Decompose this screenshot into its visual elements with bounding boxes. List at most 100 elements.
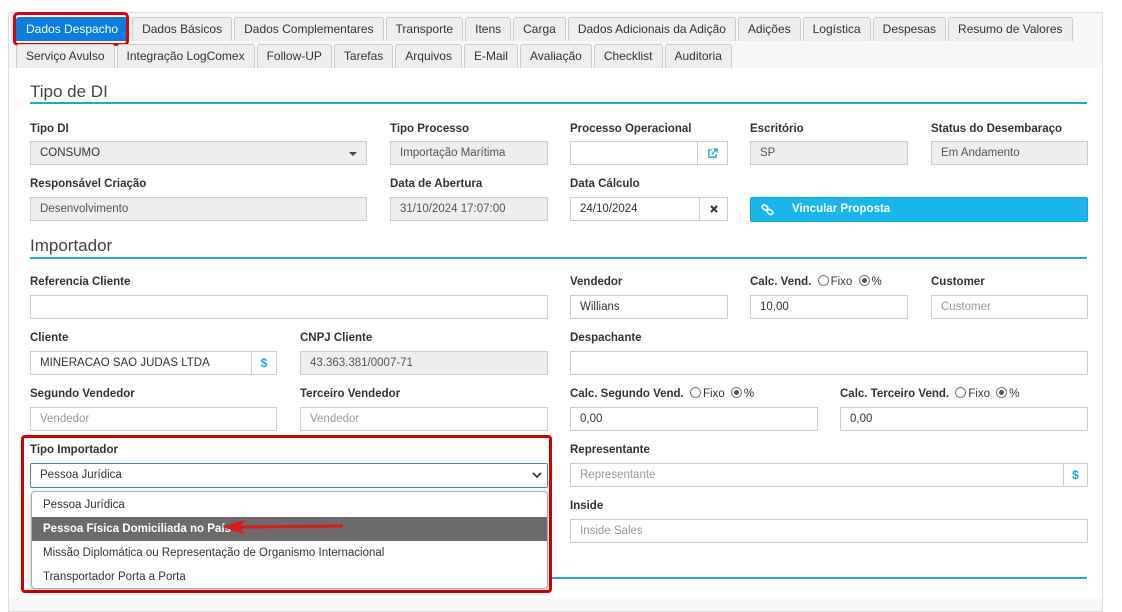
- status-desembaraco-field: Em Andamento: [931, 141, 1088, 165]
- calc-segundo-input[interactable]: 0,00: [570, 407, 818, 431]
- external-link-button[interactable]: [697, 141, 728, 165]
- data-calculo-label: Data Cálculo: [570, 178, 640, 190]
- tipo-di-value: CONSUMO: [40, 147, 101, 159]
- tab-checklist[interactable]: Checklist: [593, 44, 663, 68]
- clear-date-button[interactable]: [699, 197, 728, 221]
- vincular-proposta-label: Vincular Proposta: [792, 203, 891, 215]
- fixo-label: Fixo: [830, 276, 853, 288]
- tab-dados-complementares[interactable]: Dados Complementares: [234, 17, 384, 41]
- fixo-label: Fixo: [702, 388, 725, 400]
- percent-radio[interactable]: [858, 275, 870, 286]
- segundo-vendedor-label: Segundo Vendedor: [30, 388, 135, 400]
- segundo-vendedor-input[interactable]: Vendedor: [30, 407, 277, 431]
- referencia-cliente-label: Referencia Cliente: [30, 276, 131, 288]
- data-abertura-label: Data de Abertura: [390, 178, 483, 190]
- data-calculo-input[interactable]: 24/10/2024: [570, 197, 700, 221]
- tab-row-1: Dados Despacho Dados Básicos Dados Compl…: [16, 17, 1073, 41]
- tab-row-2: Serviço Avulso Integração LogComex Follo…: [16, 44, 732, 68]
- cliente-input[interactable]: MINERACAO SAO JUDAS LTDA: [30, 351, 252, 375]
- section-divider: [30, 257, 1087, 259]
- chevron-down-icon: [532, 472, 542, 479]
- tipo-importador-dropdown: Pessoa Jurídica Pessoa Física Domiciliad…: [31, 491, 548, 589]
- dollar-button[interactable]: $: [1063, 463, 1088, 487]
- tipo-di-select[interactable]: CONSUMO: [30, 141, 367, 165]
- processo-operacional-label: Processo Operacional: [570, 123, 692, 135]
- tab-auditoria[interactable]: Auditoria: [664, 44, 732, 68]
- calc-terceiro-label: Calc. Terceiro Vend.: [840, 388, 950, 400]
- section-divider: [30, 102, 1087, 104]
- tab-resumo-valores[interactable]: Resumo de Valores: [948, 17, 1073, 41]
- escritorio-field: SP: [750, 141, 908, 165]
- section-title-importador: Importador: [30, 236, 113, 255]
- fixo-radio[interactable]: [689, 387, 701, 398]
- tipo-processo-label: Tipo Processo: [390, 123, 470, 135]
- tipo-importador-select[interactable]: Pessoa Jurídica: [30, 463, 548, 488]
- tab-logistica[interactable]: Logística: [802, 17, 871, 41]
- link-icon: [761, 204, 774, 216]
- representante-input[interactable]: Representante: [570, 463, 1064, 487]
- fixo-radio[interactable]: [817, 275, 829, 286]
- fixo-radio[interactable]: [955, 387, 967, 398]
- processo-operacional-input[interactable]: [570, 141, 698, 165]
- despachante-label: Despachante: [570, 332, 642, 344]
- terceiro-vendedor-label: Terceiro Vendedor: [300, 388, 401, 400]
- cnpj-cliente-label: CNPJ Cliente: [300, 332, 373, 344]
- section-title-tipo-di: Tipo de DI: [30, 82, 108, 101]
- tab-dados-adicionais-adicao[interactable]: Dados Adicionais da Adição: [567, 17, 736, 41]
- tab-arquivos[interactable]: Arquivos: [395, 44, 462, 68]
- despachante-input[interactable]: [570, 351, 1088, 375]
- tab-dados-basicos[interactable]: Dados Básicos: [132, 17, 233, 41]
- responsavel-criacao-label: Responsável Criação: [30, 178, 147, 190]
- tab-adicoes[interactable]: Adições: [737, 17, 801, 41]
- dollar-button[interactable]: $: [251, 351, 277, 375]
- inside-label: Inside: [570, 500, 604, 512]
- responsavel-criacao-field: Desenvolvimento: [30, 197, 367, 221]
- caret-down-icon: [349, 152, 357, 156]
- calc-segundo-label-group: Calc. Segundo Vend. Fixo %: [570, 387, 754, 400]
- terceiro-vendedor-input[interactable]: Vendedor: [300, 407, 548, 431]
- option-missao-diplomatica[interactable]: Missão Diplomática ou Representação de O…: [32, 541, 547, 565]
- tab-transporte[interactable]: Transporte: [385, 17, 464, 41]
- calc-terceiro-input[interactable]: 0,00: [840, 407, 1088, 431]
- calc-terceiro-label-group: Calc. Terceiro Vend. Fixo %: [840, 387, 1019, 400]
- calc-segundo-label: Calc. Segundo Vend.: [570, 388, 684, 400]
- section-divider: [552, 577, 1087, 579]
- tab-tarefas[interactable]: Tarefas: [333, 44, 394, 68]
- data-abertura-field: 31/10/2024 17:07:00: [390, 197, 548, 221]
- referencia-cliente-input[interactable]: [30, 295, 548, 319]
- tab-itens[interactable]: Itens: [465, 17, 512, 41]
- active-tab-highlight: [13, 12, 129, 46]
- tipo-importador-selected: Pessoa Jurídica: [40, 469, 122, 481]
- vendedor-input[interactable]: Willians: [570, 295, 728, 319]
- tipo-importador-label: Tipo Importador: [30, 444, 118, 456]
- percent-label: %: [1009, 388, 1020, 400]
- option-pessoa-juridica[interactable]: Pessoa Jurídica: [32, 493, 547, 517]
- vendedor-label: Vendedor: [570, 276, 623, 288]
- calc-vend-label-group: Calc. Vend. Fixo %: [750, 275, 882, 288]
- external-link-icon: [708, 148, 718, 158]
- tab-integracao-logcomex[interactable]: Integração LogComex: [116, 44, 255, 68]
- tipo-processo-field: Importação Marítima: [390, 141, 548, 165]
- calc-vend-input[interactable]: 10,00: [750, 295, 908, 319]
- tab-servico-avulso[interactable]: Serviço Avulso: [16, 44, 115, 68]
- percent-radio[interactable]: [730, 387, 742, 398]
- tab-follow-up[interactable]: Follow-UP: [256, 44, 332, 68]
- percent-label: %: [743, 388, 755, 400]
- escritorio-label: Escritório: [750, 123, 804, 135]
- percent-radio[interactable]: [996, 387, 1008, 398]
- tab-avaliacao[interactable]: Avaliação: [519, 44, 592, 68]
- tab-email[interactable]: E-Mail: [463, 44, 518, 68]
- vincular-proposta-button[interactable]: Vincular Proposta: [750, 197, 1088, 222]
- calc-vend-label: Calc. Vend.: [750, 276, 812, 288]
- tab-despesas[interactable]: Despesas: [872, 17, 947, 41]
- customer-label: Customer: [931, 276, 985, 288]
- percent-label: %: [871, 276, 882, 288]
- inside-input[interactable]: Inside Sales: [570, 519, 1088, 543]
- tab-carga[interactable]: Carga: [513, 17, 566, 41]
- representante-label: Representante: [570, 444, 650, 456]
- cnpj-cliente-field: 43.363.381/0007-71: [300, 351, 548, 375]
- fixo-label: Fixo: [968, 388, 991, 400]
- cliente-label: Cliente: [30, 332, 69, 344]
- option-transportador[interactable]: Transportador Porta a Porta: [32, 565, 547, 589]
- customer-input[interactable]: Customer: [931, 295, 1088, 319]
